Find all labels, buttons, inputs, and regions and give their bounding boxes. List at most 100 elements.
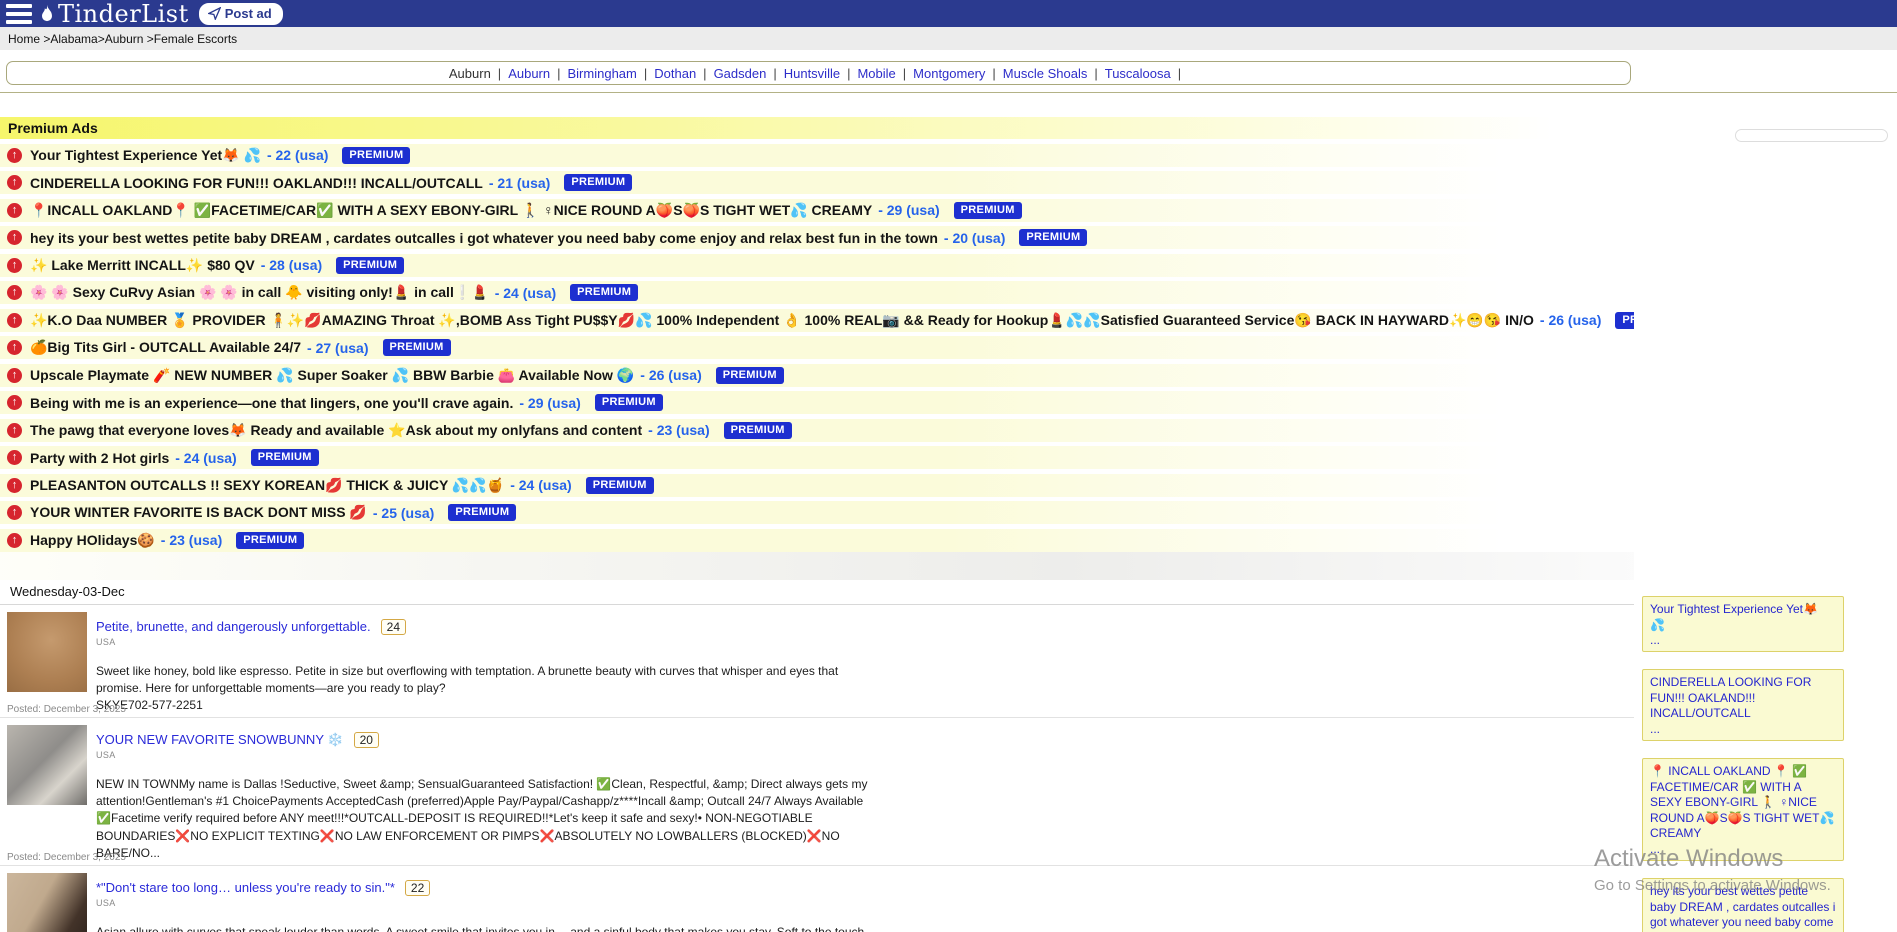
- premium-ad-title[interactable]: ✨K.O Daa NUMBER 🏅 PROVIDER 🧍✨💋AMAZING Th…: [30, 312, 1534, 329]
- city-nav-box: Auburn|Auburn|Birmingham|Dothan|Gadsden|…: [6, 61, 1631, 85]
- sidebar-ad-box[interactable]: 📍 INCALL OAKLAND 📍 ✅ FACETIME/CAR ✅ WITH…: [1642, 758, 1844, 861]
- premium-ad-age-meta[interactable]: - 24 (usa): [495, 285, 556, 301]
- city-link[interactable]: Montgomery: [913, 66, 985, 81]
- sidebar-premium-column: Your Tightest Experience Yet🦊 💦 ... CIND…: [1642, 596, 1844, 932]
- premium-badge: PREMIUM: [954, 202, 1022, 219]
- premium-ad-age-meta[interactable]: - 21 (usa): [489, 175, 550, 191]
- city-separator: |: [703, 66, 706, 81]
- bump-up-icon: ↑: [7, 148, 22, 163]
- city-link[interactable]: Dothan: [654, 66, 696, 81]
- flame-icon: [38, 4, 56, 24]
- premium-ad-title[interactable]: 🌸 🌸 Sexy CuRvy Asian 🌸 🌸 in call 🐥 visit…: [30, 284, 489, 301]
- premium-ad-row[interactable]: ↑ 📍INCALL OAKLAND📍 ✅FACETIME/CAR✅ WITH A…: [0, 199, 1634, 222]
- sidebar-ad-title[interactable]: hey its your best wettes petite baby DRE…: [1650, 884, 1836, 932]
- listing-row: *"Don't stare too long… unless you're re…: [0, 866, 1634, 932]
- premium-ad-row[interactable]: ↑ hey its your best wettes petite baby D…: [0, 226, 1634, 249]
- city-link[interactable]: Auburn: [449, 66, 491, 81]
- premium-ad-title[interactable]: The pawg that everyone loves🦊 Ready and …: [30, 422, 642, 439]
- sidebar-ad-box[interactable]: hey its your best wettes petite baby DRE…: [1642, 878, 1844, 932]
- paper-plane-icon: [208, 7, 221, 20]
- post-ad-button[interactable]: Post ad: [199, 3, 283, 25]
- listing-description: Asian allure with curves that speak loud…: [96, 924, 876, 932]
- breadcrumb-link[interactable]: Alabama: [50, 32, 97, 46]
- premium-ad-row[interactable]: ↑ Party with 2 Hot girls - 24 (usa) PREM…: [0, 446, 1634, 469]
- premium-ad-row[interactable]: ↑ Being with me is an experience—one tha…: [0, 391, 1634, 414]
- breadcrumb-link[interactable]: Auburn: [105, 32, 144, 46]
- premium-ad-title[interactable]: 📍INCALL OAKLAND📍 ✅FACETIME/CAR✅ WITH A S…: [30, 202, 872, 219]
- premium-badge: PREMIUM: [251, 449, 319, 466]
- premium-ad-age-meta[interactable]: - 23 (usa): [161, 532, 222, 548]
- brand-logo[interactable]: TinderList: [38, 2, 189, 26]
- premium-ad-age-meta[interactable]: - 23 (usa): [648, 422, 709, 438]
- listing-title-link[interactable]: Petite, brunette, and dangerously unforg…: [96, 619, 371, 634]
- premium-ad-age-meta[interactable]: - 26 (usa): [1540, 312, 1601, 328]
- city-link[interactable]: Muscle Shoals: [1003, 66, 1088, 81]
- bump-up-icon: ↑: [7, 395, 22, 410]
- premium-ad-title[interactable]: ✨ Lake Merritt INCALL✨ $80 QV: [30, 257, 255, 274]
- premium-ad-age-meta[interactable]: - 29 (usa): [878, 202, 939, 218]
- premium-ad-age-meta[interactable]: - 24 (usa): [510, 477, 571, 493]
- bump-up-icon: ↑: [7, 368, 22, 383]
- city-link[interactable]: Tuscaloosa: [1105, 66, 1171, 81]
- premium-ad-age-meta[interactable]: - 27 (usa): [307, 340, 368, 356]
- city-link[interactable]: Gadsden: [714, 66, 767, 81]
- premium-ad-title[interactable]: Party with 2 Hot girls: [30, 450, 169, 466]
- premium-ad-title[interactable]: Upscale Playmate 🧨 NEW NUMBER 💦 Super So…: [30, 367, 634, 384]
- premium-ad-title[interactable]: 🍊Big Tits Girl - OUTCALL Available 24/7: [30, 339, 301, 356]
- premium-ad-row[interactable]: ↑ The pawg that everyone loves🦊 Ready an…: [0, 419, 1634, 442]
- listing-thumbnail[interactable]: [7, 725, 87, 805]
- premium-ad-title[interactable]: CINDERELLA LOOKING FOR FUN!!! OAKLAND!!!…: [30, 175, 483, 191]
- bump-up-icon: ↑: [7, 450, 22, 465]
- premium-ad-row[interactable]: ↑ YOUR WINTER FAVORITE IS BACK DONT MISS…: [0, 501, 1634, 524]
- premium-badge: PREMIUM: [1019, 229, 1087, 246]
- sidebar-ad-box[interactable]: CINDERELLA LOOKING FOR FUN!!! OAKLAND!!!…: [1642, 669, 1844, 741]
- premium-ad-title[interactable]: PLEASANTON OUTCALLS !! SEXY KOREAN💋 THIC…: [30, 477, 504, 494]
- breadcrumb-link[interactable]: Female Escorts: [154, 32, 237, 46]
- premium-ad-age-meta[interactable]: - 29 (usa): [519, 395, 580, 411]
- premium-ad-age-meta[interactable]: - 25 (usa): [373, 505, 434, 521]
- premium-badge: PREMIUM: [336, 257, 404, 274]
- premium-ad-title[interactable]: Happy HOlidays🍪: [30, 532, 155, 549]
- premium-badge: PREMIUM: [570, 284, 638, 301]
- city-separator: |: [1094, 66, 1097, 81]
- bump-up-icon: ↑: [7, 313, 22, 328]
- premium-ad-age-meta[interactable]: - 22 (usa): [267, 147, 328, 163]
- premium-ad-row[interactable]: ↑ Upscale Playmate 🧨 NEW NUMBER 💦 Super …: [0, 364, 1634, 387]
- sidebar-ad-title[interactable]: Your Tightest Experience Yet🦊 💦: [1650, 602, 1836, 633]
- sidebar-ad-title[interactable]: CINDERELLA LOOKING FOR FUN!!! OAKLAND!!!…: [1650, 675, 1836, 722]
- listing-thumbnail[interactable]: [7, 612, 87, 692]
- city-link[interactable]: Auburn: [508, 66, 550, 81]
- premium-ad-row[interactable]: ↑ PLEASANTON OUTCALLS !! SEXY KOREAN💋 TH…: [0, 474, 1634, 497]
- premium-ad-age-meta[interactable]: - 28 (usa): [261, 257, 322, 273]
- premium-ad-row[interactable]: ↑ CINDERELLA LOOKING FOR FUN!!! OAKLAND!…: [0, 171, 1634, 194]
- premium-fade-band: [0, 552, 1634, 580]
- premium-ad-row[interactable]: ↑ Happy HOlidays🍪 - 23 (usa) PREMIUM: [0, 529, 1634, 552]
- scroll-thumb-bar[interactable]: [1735, 129, 1888, 142]
- listing-thumbnail[interactable]: [7, 873, 87, 932]
- breadcrumb-separator: >: [143, 32, 153, 46]
- city-separator: |: [847, 66, 850, 81]
- premium-ad-age-meta[interactable]: - 24 (usa): [175, 450, 236, 466]
- sidebar-ad-more: ...: [1650, 633, 1836, 647]
- premium-ad-age-meta[interactable]: - 20 (usa): [944, 230, 1005, 246]
- premium-ad-row[interactable]: ↑ Your Tightest Experience Yet🦊 💦 - 22 (…: [0, 144, 1634, 167]
- listing-title-link[interactable]: *"Don't stare too long… unless you're re…: [96, 880, 395, 895]
- listing-title-link[interactable]: YOUR NEW FAVORITE SNOWBUNNY ❄️: [96, 732, 344, 748]
- premium-ad-row[interactable]: ↑ ✨K.O Daa NUMBER 🏅 PROVIDER 🧍✨💋AMAZING …: [0, 309, 1634, 332]
- premium-ad-title[interactable]: hey its your best wettes petite baby DRE…: [30, 230, 938, 246]
- city-link[interactable]: Huntsville: [784, 66, 840, 81]
- hamburger-menu-icon[interactable]: [6, 4, 32, 24]
- premium-ad-row[interactable]: ↑ 🌸 🌸 Sexy CuRvy Asian 🌸 🌸 in call 🐥 vis…: [0, 281, 1634, 304]
- premium-ad-title[interactable]: Being with me is an experience—one that …: [30, 395, 513, 411]
- sidebar-ad-box[interactable]: Your Tightest Experience Yet🦊 💦 ...: [1642, 596, 1844, 652]
- city-link[interactable]: Birmingham: [568, 66, 637, 81]
- premium-ad-row[interactable]: ↑ 🍊Big Tits Girl - OUTCALL Available 24/…: [0, 336, 1634, 359]
- sidebar-ad-title[interactable]: 📍 INCALL OAKLAND 📍 ✅ FACETIME/CAR ✅ WITH…: [1650, 764, 1836, 842]
- city-link[interactable]: Mobile: [857, 66, 895, 81]
- listing-country: USA: [96, 750, 876, 760]
- premium-ad-title[interactable]: YOUR WINTER FAVORITE IS BACK DONT MISS 💋: [30, 504, 367, 521]
- premium-ad-row[interactable]: ↑ ✨ Lake Merritt INCALL✨ $80 QV - 28 (us…: [0, 254, 1634, 277]
- premium-ad-age-meta[interactable]: - 26 (usa): [640, 367, 701, 383]
- breadcrumb-link[interactable]: Home: [8, 32, 40, 46]
- premium-ad-title[interactable]: Your Tightest Experience Yet🦊 💦: [30, 147, 261, 164]
